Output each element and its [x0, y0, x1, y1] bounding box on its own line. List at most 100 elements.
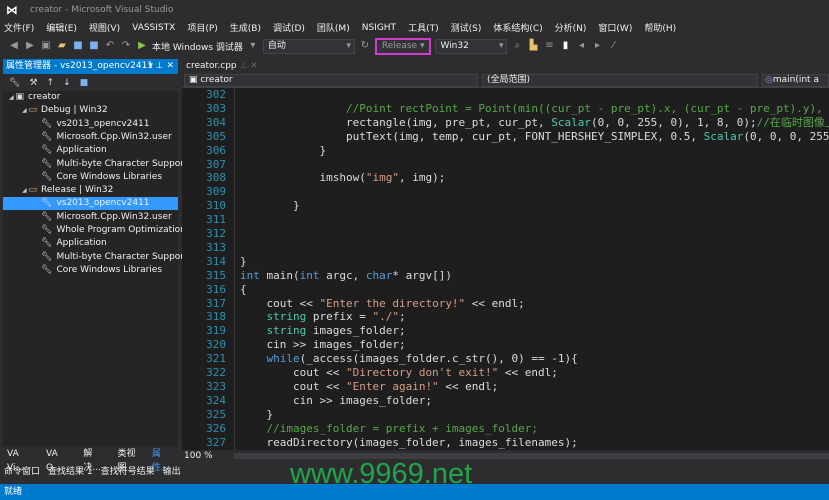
menu-item[interactable]: 生成(B) — [230, 21, 261, 34]
tree-item[interactable]: 🔧︎ vs2013_opencv2411 — [3, 118, 178, 131]
wrench-icon[interactable]: 🔧︎ — [9, 78, 20, 88]
code-token: string — [266, 324, 307, 338]
code-token: "img" — [365, 171, 399, 185]
editor-status: 100 % — [182, 450, 829, 462]
comment-icon[interactable]: ⁄ — [607, 40, 619, 52]
close-icon[interactable]: ✕ — [250, 61, 258, 71]
member-value: main(int a — [772, 75, 819, 85]
code-token: (_access(images_folder.c_str(), 0) == -1… — [299, 352, 578, 366]
redo-icon[interactable]: ↷ — [120, 40, 132, 52]
project-icon: ▣ — [15, 92, 25, 102]
start-debug-icon[interactable]: ▶ — [136, 40, 148, 52]
tree-item[interactable]: ◢ ▭ Release | Win32 — [3, 184, 178, 197]
save-all-icon[interactable]: ■ — [88, 40, 100, 52]
config-dropdown[interactable]: Release ▾ — [374, 37, 432, 55]
code-token: << endl; — [465, 296, 525, 310]
pin-icon[interactable]: ⊥ — [156, 61, 164, 71]
left-panel-tab[interactable]: VA O... — [46, 447, 75, 473]
code-token: cout << — [240, 366, 346, 379]
tree-item[interactable]: ◢ ▣ creator — [3, 91, 178, 104]
tree-item[interactable]: 🔧︎ Application — [3, 144, 178, 157]
save-icon[interactable]: ■ — [80, 78, 89, 88]
line-number: 320 — [206, 338, 226, 352]
mode-dropdown[interactable]: 自动 ▾ — [262, 38, 355, 54]
new-project-icon[interactable]: ▣ — [40, 40, 52, 52]
tree-item[interactable]: 🔧︎ Microsoft.Cpp.Win32.user — [3, 211, 178, 224]
menu-item[interactable]: 工具(T) — [408, 21, 439, 34]
close-icon[interactable]: ✕ — [166, 61, 174, 71]
debugger-button[interactable]: 本地 Windows 调试器 — [152, 40, 243, 53]
menu-item[interactable]: 测试(S) — [451, 21, 482, 34]
expand-arrow-icon[interactable]: ◢ — [22, 187, 29, 194]
code-token: "Enter again!" — [345, 379, 439, 393]
undo-icon[interactable]: ↶ — [104, 40, 116, 52]
zoom-dropdown[interactable]: 100 % — [184, 451, 213, 461]
find-icon[interactable]: ⌕ — [511, 40, 523, 52]
bookmark-prev-icon[interactable]: ◂ — [575, 40, 587, 52]
tree-item[interactable]: 🔧︎ Core Windows Libraries — [3, 264, 178, 277]
menu-item[interactable]: 视图(V) — [89, 21, 120, 34]
project-dropdown[interactable]: ▣ creator — [184, 74, 478, 87]
line-number: 310 — [206, 199, 226, 213]
tree-item[interactable]: ◢ ▭ Debug | Win32 — [3, 104, 178, 117]
menu-item[interactable]: 体系结构(C) — [493, 21, 542, 34]
code-token: //images_folder = prefix + images_folder… — [240, 421, 539, 435]
expand-arrow-icon[interactable]: ◢ — [9, 94, 16, 101]
line-number: 305 — [206, 129, 226, 143]
scope-dropdown[interactable]: (全局范围) — [482, 74, 758, 87]
menu-item[interactable]: NSIGHT — [362, 23, 396, 33]
output-tab[interactable]: 输出 — [163, 464, 181, 480]
menu-item[interactable]: 编辑(E) — [46, 21, 77, 34]
back-icon[interactable]: ◀ — [8, 40, 20, 52]
left-panel-tab[interactable]: 解决... — [83, 447, 109, 473]
pin-icon[interactable]: ⊥ — [240, 61, 248, 71]
chevron-down-icon[interactable]: ▾ — [148, 61, 153, 71]
output-tab[interactable]: 查找符号结果 — [101, 464, 155, 480]
output-tab[interactable]: 查找结果 1 — [48, 464, 93, 480]
platform-dropdown[interactable]: Win32 ▾ — [435, 38, 508, 54]
save-icon[interactable]: ■ — [72, 40, 84, 52]
forward-icon[interactable]: ▶ — [24, 40, 36, 52]
solution-explorer-icon[interactable]: ▙ — [527, 40, 539, 52]
member-dropdown[interactable]: ◎main(int a — [762, 74, 829, 87]
tree-item[interactable]: 🔧︎ Whole Program Optimization — [3, 224, 186, 237]
code-line: string prefix = "./"; — [240, 310, 406, 324]
chevron-down-icon[interactable]: ▾ — [247, 40, 259, 52]
tree-item[interactable]: 🔧︎ Multi-byte Character Support — [3, 251, 188, 264]
menu-item[interactable]: 文件(F) — [4, 21, 34, 34]
indent-icon[interactable]: ≡ — [543, 40, 555, 52]
refresh-icon[interactable]: ↻ — [359, 40, 371, 52]
code-line: } — [240, 144, 326, 158]
add-property-sheet-icon[interactable]: ⚒︎ — [29, 78, 37, 88]
tab-creator-cpp[interactable]: creator.cpp ⊥ ✕ — [182, 59, 262, 73]
code-token: cout << — [240, 296, 320, 310]
output-tab[interactable]: 命令窗口 — [4, 464, 40, 480]
left-panel-tab[interactable]: 类视图 — [117, 447, 143, 473]
folder-icon: ▭ — [28, 185, 38, 196]
menu-item[interactable]: 帮助(H) — [644, 21, 676, 34]
menu-item[interactable]: 团队(M) — [317, 21, 350, 34]
menu-item[interactable]: 项目(P) — [187, 21, 217, 34]
tree-item[interactable]: 🔧︎ Microsoft.Cpp.Win32.user — [3, 131, 178, 144]
move-down-icon[interactable]: ↓ — [63, 78, 71, 88]
open-file-icon[interactable]: ▰ — [56, 40, 68, 52]
line-number: 321 — [206, 352, 226, 366]
menu-item[interactable]: VASSISTX — [132, 23, 175, 33]
tree-item[interactable]: 🔧︎ Application — [3, 237, 178, 250]
tree-item[interactable]: 🔧︎ Core Windows Libraries — [3, 171, 178, 184]
expand-arrow-icon[interactable]: ◢ — [22, 107, 29, 114]
menu-item[interactable]: 分析(N) — [555, 21, 587, 34]
left-panel-tabs: VA Vi... VA O... 解决... 类视图 属性... — [3, 447, 178, 473]
code-editor[interactable]: 302 303 //Point rectPoint = Point(min((cu… — [182, 88, 829, 450]
left-panel-tab[interactable]: 属性... — [152, 447, 178, 473]
bookmark-icon[interactable]: ▮ — [559, 40, 571, 52]
tree-item[interactable]: 🔧︎ Multi-byte Character Support — [3, 158, 188, 171]
menu-item[interactable]: 调试(D) — [273, 21, 305, 34]
menu-item[interactable]: 窗口(W) — [598, 21, 632, 34]
code-token: main( — [259, 268, 300, 282]
left-panel-tab[interactable]: VA Vi... — [7, 447, 38, 473]
tree-item[interactable]: 🔧︎ vs2013_opencv2411 — [3, 197, 178, 211]
bookmark-next-icon[interactable]: ▸ — [591, 40, 603, 52]
move-up-icon[interactable]: ↑ — [47, 78, 55, 88]
